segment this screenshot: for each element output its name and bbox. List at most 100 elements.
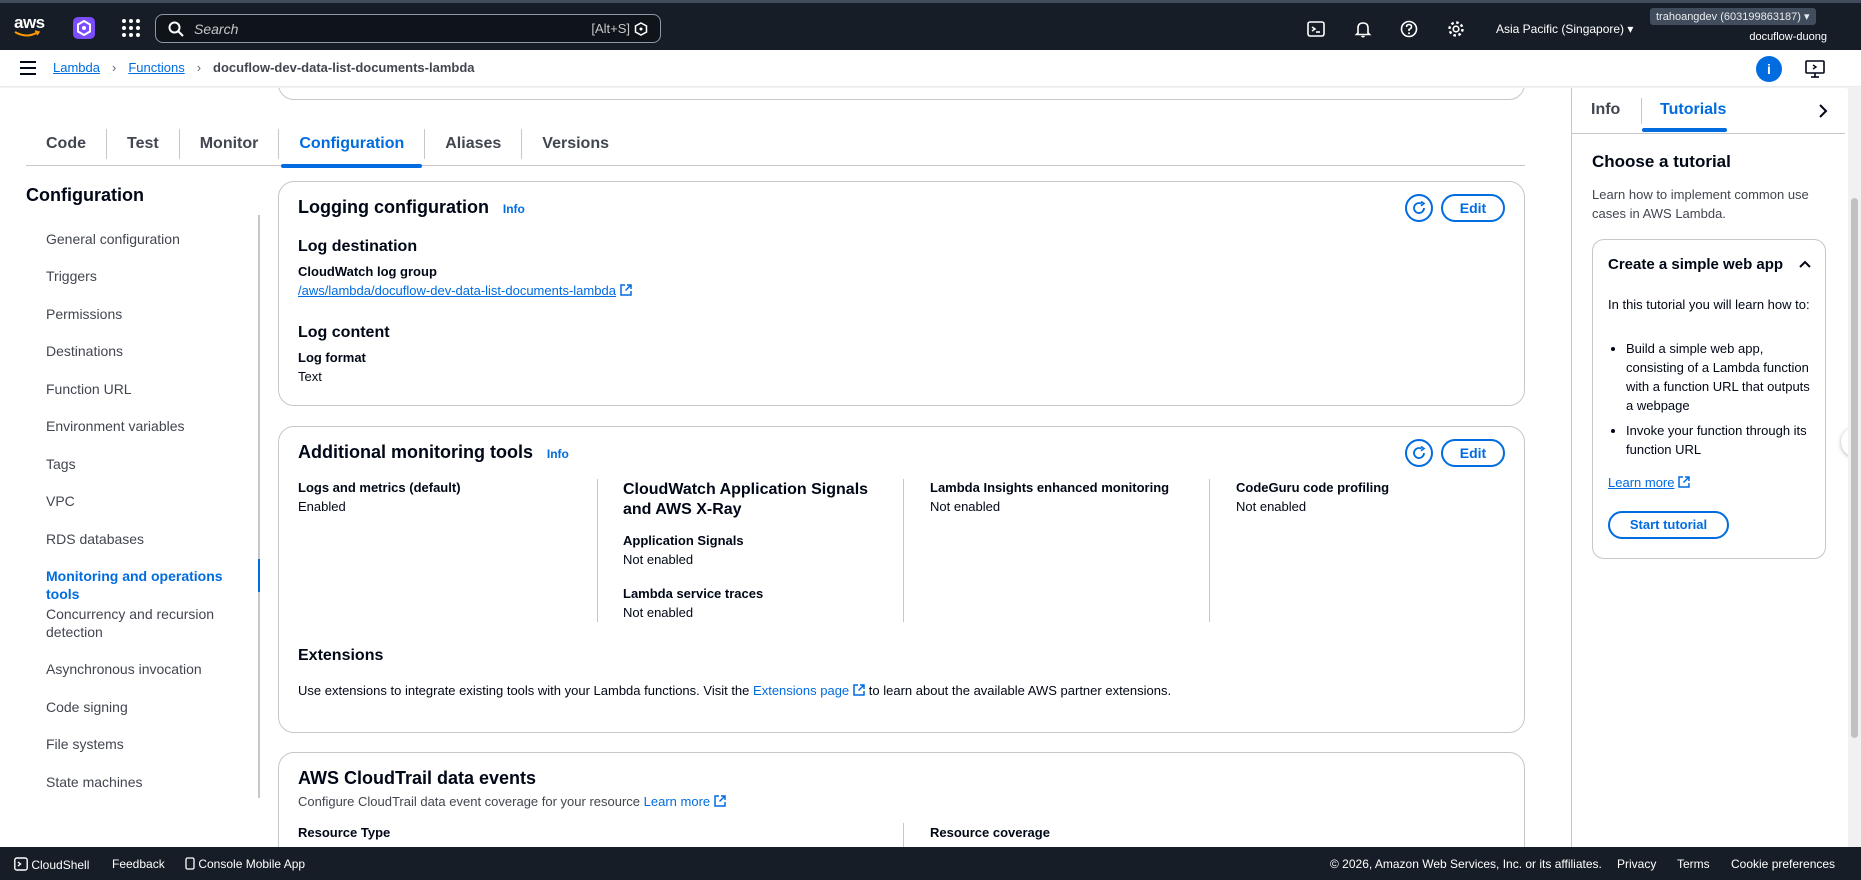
nav-code-signing[interactable]: Code signing xyxy=(46,698,246,716)
lambda-insights-label: Lambda Insights enhanced monitoring xyxy=(930,480,1170,495)
aws-logo[interactable]: aws xyxy=(14,14,46,41)
footer-privacy[interactable]: Privacy xyxy=(1617,857,1656,871)
tab-info[interactable]: Info xyxy=(1591,101,1620,119)
nav-function-url[interactable]: Function URL xyxy=(46,380,246,398)
cloudshell-icon[interactable] xyxy=(1307,20,1325,38)
main-content: Code Test Monitor Configuration Aliases … xyxy=(0,88,1570,847)
chevron-up-icon[interactable] xyxy=(1799,259,1811,269)
footer-terms[interactable]: Terms xyxy=(1677,857,1710,871)
tutorial-heading: Choose a tutorial xyxy=(1592,152,1731,171)
nav-destinations[interactable]: Destinations xyxy=(46,342,246,360)
extensions-page-link[interactable]: Extensions page xyxy=(753,683,865,698)
lambda-insights-value: Not enabled xyxy=(930,499,1001,514)
footer: CloudShell Feedback Console Mobile App ©… xyxy=(0,847,1861,880)
nav-asynchronous-invocation[interactable]: Asynchronous invocation xyxy=(46,660,246,678)
nav-file-systems[interactable]: File systems xyxy=(46,735,246,753)
app-signals-value: Not enabled xyxy=(623,552,694,567)
log-format-value: Text xyxy=(298,369,322,384)
nav-vpc[interactable]: VPC xyxy=(46,492,246,510)
settings-gear-icon[interactable] xyxy=(1447,20,1465,38)
nav-tags[interactable]: Tags xyxy=(46,455,246,473)
monitoring-refresh-button[interactable] xyxy=(1405,439,1433,467)
tab-aliases[interactable]: Aliases xyxy=(425,128,523,159)
tutorial-steps: Build a simple web app, consisting of a … xyxy=(1626,339,1816,465)
tab-configuration[interactable]: Configuration xyxy=(279,128,426,168)
footer-mobile-app[interactable]: Console Mobile App xyxy=(185,857,305,871)
account-user: docuflow-duong xyxy=(1749,31,1827,43)
external-link-icon xyxy=(620,284,632,296)
nav-triggers[interactable]: Triggers xyxy=(46,267,246,285)
tab-tutorials[interactable]: Tutorials xyxy=(1660,101,1726,119)
log-group-label: CloudWatch log group xyxy=(298,264,437,279)
refresh-icon xyxy=(1413,446,1426,459)
menu-hamburger-icon[interactable] xyxy=(20,61,36,75)
config-side-nav: General configuration Triggers Permissio… xyxy=(26,215,260,798)
tab-monitor[interactable]: Monitor xyxy=(180,128,280,159)
monitoring-edit-button[interactable]: Edit xyxy=(1441,439,1505,467)
start-tutorial-button[interactable]: Start tutorial xyxy=(1608,511,1729,539)
search-input[interactable]: Search [Alt+S] xyxy=(155,14,661,43)
nav-monitoring-operations-tools[interactable]: Monitoring and operations tools xyxy=(46,567,246,603)
external-link-icon xyxy=(853,684,865,696)
tutorial-step: Invoke your function through its functio… xyxy=(1626,421,1816,459)
breadcrumb-lambda[interactable]: Lambda xyxy=(53,60,100,75)
page-scrollbar[interactable] xyxy=(1848,88,1861,847)
logging-title-row: Logging configuration Info xyxy=(298,197,525,218)
notifications-bell-icon[interactable] xyxy=(1354,20,1372,38)
info-panel-icon[interactable]: i xyxy=(1756,56,1782,82)
extensions-heading: Extensions xyxy=(298,647,384,664)
tutorial-card: Create a simple web app In this tutorial… xyxy=(1592,239,1826,559)
footer-copyright: © 2026, Amazon Web Services, Inc. or its… xyxy=(1330,857,1602,871)
search-shortcut: [Alt+S] xyxy=(591,21,630,36)
footer-cookie-preferences[interactable]: Cookie preferences xyxy=(1731,857,1835,871)
log-group-link[interactable]: /aws/lambda/docuflow-dev-data-list-docum… xyxy=(298,282,632,298)
tab-code[interactable]: Code xyxy=(26,128,107,159)
external-link-icon xyxy=(714,795,726,807)
refresh-icon xyxy=(1413,201,1426,214)
tutorial-description: Learn how to implement common use cases … xyxy=(1592,187,1809,221)
config-nav-title: Configuration xyxy=(26,185,144,205)
chevron-down-icon: ▾ xyxy=(1627,22,1634,36)
nav-general-configuration[interactable]: General configuration xyxy=(46,230,246,248)
tutorial-step: Build a simple web app, consisting of a … xyxy=(1626,339,1816,415)
logging-edit-button[interactable]: Edit xyxy=(1441,194,1505,222)
column-divider xyxy=(597,479,598,622)
chevron-down-icon: ▾ xyxy=(1804,11,1810,23)
column-divider xyxy=(903,479,904,622)
monitoring-title-row: Additional monitoring tools Info xyxy=(298,442,569,463)
tab-versions[interactable]: Versions xyxy=(522,129,629,159)
footer-feedback[interactable]: Feedback xyxy=(112,857,165,871)
chevron-right-icon[interactable] xyxy=(1816,104,1830,118)
log-content-heading: Log content xyxy=(298,324,390,341)
account-menu[interactable]: trahoangdev (603199863187) ▾ xyxy=(1650,8,1816,25)
app-signals-label: Application Signals xyxy=(623,533,744,548)
logging-refresh-button[interactable] xyxy=(1405,194,1433,222)
tutorial-learn-more-link[interactable]: Learn more xyxy=(1608,475,1691,490)
nav-environment-variables[interactable]: Environment variables xyxy=(46,417,246,435)
tutorial-title: Create a simple web app xyxy=(1608,256,1784,273)
logs-metrics-value: Enabled xyxy=(298,499,346,514)
help-icon[interactable] xyxy=(1400,20,1418,38)
scrollbar-thumb[interactable] xyxy=(1851,198,1858,738)
service-traces-value: Not enabled xyxy=(623,605,694,620)
nav-state-machines[interactable]: State machines xyxy=(46,773,246,791)
help-panel-tabs: Info Tutorials xyxy=(1572,88,1845,134)
footer-cloudshell[interactable]: CloudShell xyxy=(14,857,89,872)
chevron-right-icon: › xyxy=(196,60,202,75)
breadcrumb-functions[interactable]: Functions xyxy=(128,60,184,75)
monitoring-title: Additional monitoring tools xyxy=(298,442,533,462)
logging-title: Logging configuration xyxy=(298,197,489,217)
amazon-q-icon[interactable] xyxy=(72,16,96,40)
nav-permissions[interactable]: Permissions xyxy=(46,305,246,323)
region-selector[interactable]: Asia Pacific (Singapore) ▾ xyxy=(1496,22,1633,36)
nav-rds-databases[interactable]: RDS databases xyxy=(46,530,246,548)
logs-metrics-label: Logs and metrics (default) xyxy=(298,480,461,495)
logging-info-link[interactable]: Info xyxy=(503,202,525,216)
tools-panel-icon[interactable] xyxy=(1805,60,1825,78)
cloudtrail-learn-more-link[interactable]: Learn more xyxy=(644,794,726,809)
monitoring-info-link[interactable]: Info xyxy=(547,447,569,461)
extensions-description: Use extensions to integrate existing too… xyxy=(298,683,1172,698)
services-grid-icon[interactable] xyxy=(121,18,141,38)
nav-concurrency-recursion[interactable]: Concurrency and recursion detection xyxy=(46,605,246,641)
tab-test[interactable]: Test xyxy=(107,128,180,159)
